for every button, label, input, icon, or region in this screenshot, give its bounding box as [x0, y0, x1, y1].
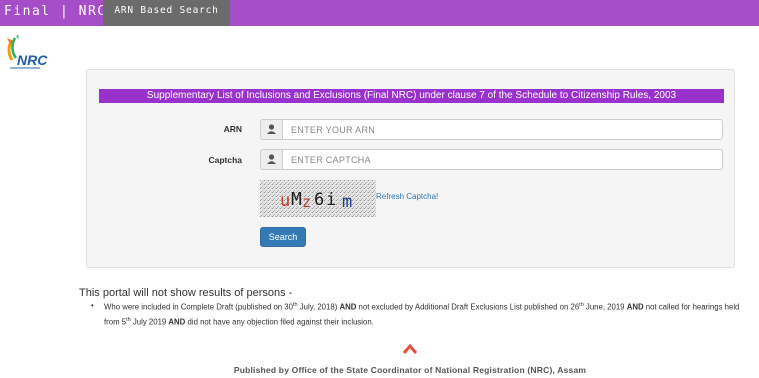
logo-text: NRC — [17, 52, 48, 68]
captcha-image: u M z 6 i m — [260, 180, 376, 217]
search-button[interactable]: Search — [260, 227, 306, 247]
top-navbar: Final | NRC ARN Based Search — [0, 0, 759, 26]
arn-user-icon — [260, 119, 283, 140]
svg-text:6: 6 — [314, 190, 324, 210]
footer-text: Published by Office of the State Coordin… — [233, 365, 587, 375]
nrc-logo-icon[interactable]: NRC — [4, 34, 50, 72]
notice-list: • Who were included in Complete Draft (p… — [91, 299, 751, 328]
refresh-captcha-link[interactable]: Refresh Captcha! — [376, 192, 438, 201]
form-banner: Supplementary List of Inclusions and Exc… — [99, 89, 724, 103]
captcha-user-icon — [260, 149, 283, 170]
arn-label: ARN — [223, 124, 242, 134]
svg-text:z: z — [302, 193, 311, 211]
brand-title[interactable]: Final | NRC — [0, 0, 107, 26]
search-panel: Supplementary List of Inclusions and Exc… — [86, 69, 735, 268]
chevron-up-icon[interactable] — [402, 342, 418, 354]
svg-text:M: M — [291, 189, 302, 210]
captcha-input[interactable] — [282, 149, 723, 170]
captcha-label: Captcha — [208, 155, 242, 165]
svg-text:u: u — [280, 191, 290, 211]
notice-title: This portal will not show results of per… — [79, 287, 293, 299]
nav-tab-arn-search[interactable]: ARN Based Search — [103, 0, 230, 26]
arn-input[interactable] — [282, 119, 723, 140]
bullet-icon: • — [91, 301, 94, 310]
svg-text:m: m — [342, 192, 352, 212]
notice-list-item: • Who were included in Complete Draft (p… — [91, 301, 740, 327]
svg-text:i: i — [326, 190, 336, 210]
